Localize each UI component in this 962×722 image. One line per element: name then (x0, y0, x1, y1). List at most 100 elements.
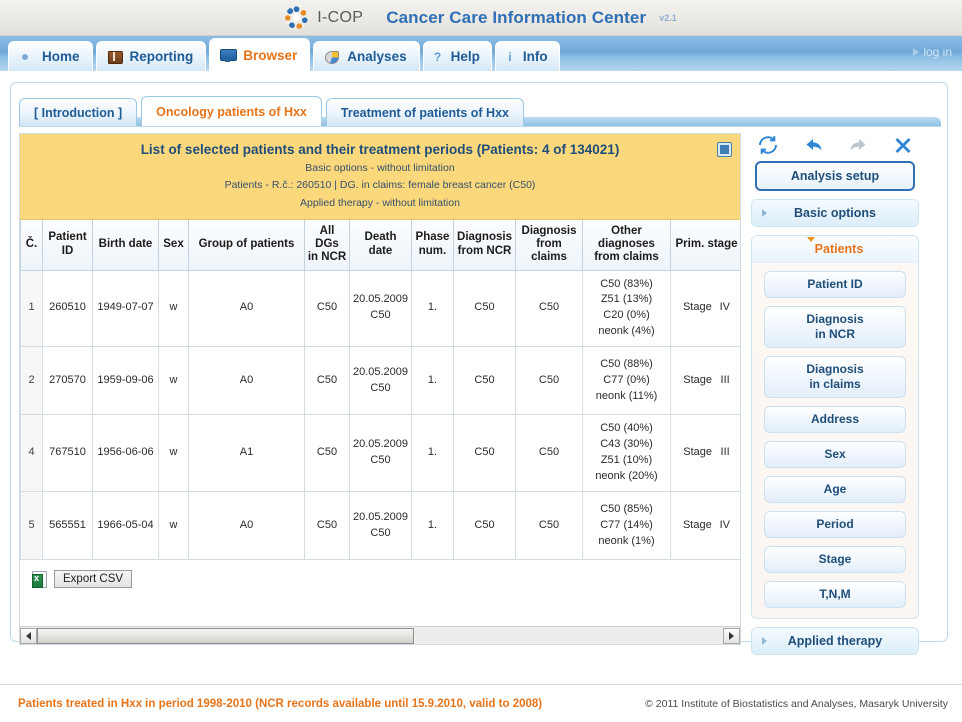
sub-tab-oncology-patients-label: Oncology patients of Hxx (156, 104, 307, 119)
login-arrow-icon (913, 48, 920, 56)
scrollbar-thumb[interactable] (37, 627, 415, 644)
cell-rownum: 5 (20, 491, 43, 561)
export-csv-button[interactable]: Export CSV (54, 570, 133, 589)
nav-tab-home[interactable]: Home (8, 41, 93, 71)
column-header-patient-id[interactable]: Patient ID (42, 219, 93, 271)
nav-tab-help[interactable]: ? Help (422, 41, 492, 71)
nav-tab-browser-label: Browser (243, 47, 298, 63)
cell-patient-id: 565551 (42, 491, 93, 561)
cell-rownum: 4 (20, 414, 43, 493)
cell-dg-claims: C50 (515, 269, 583, 348)
sub-tab-bar: [ Introduction ] Oncology patients of Hx… (19, 95, 941, 127)
table-row[interactable]: 5 565551 1966-05-04 w A0 C50 20.05.2009 … (20, 491, 740, 561)
sidebar-section-applied-therapy[interactable]: Applied therapy (751, 627, 919, 655)
column-header-sex[interactable]: Sex (158, 219, 189, 271)
column-header-rownum[interactable]: Č. (20, 219, 43, 271)
cell-sex: w (158, 491, 189, 561)
sidebar-button-sex[interactable]: Sex (764, 441, 906, 468)
page-body: [ Introduction ] Oncology patients of Hx… (0, 72, 962, 684)
sub-tab-treatment-of-patients[interactable]: Treatment of patients of Hxx (325, 98, 524, 126)
stage-value: IV (719, 301, 731, 314)
sidebar-section-patients-label: Patients (814, 242, 864, 256)
scroll-right-arrow[interactable] (723, 627, 740, 644)
sub-tab-oncology-patients[interactable]: Oncology patients of Hxx (141, 96, 322, 126)
cell-death-date: 20.05.2009 C50 (349, 414, 412, 493)
cell-birth-date: 1956-06-06 (92, 414, 159, 493)
cell-other-dgs: C50 (83%) Z51 (13%) C20 (0%) neonk (4%) (582, 269, 671, 348)
results-banner-line-1: Basic options - without limitation (305, 162, 455, 175)
column-header-other-diagnoses-from-claims[interactable]: Other diagnoses from claims (582, 219, 671, 271)
cell-prim-stage: Stage IV (670, 269, 740, 348)
logo-wordmark: I-COP (317, 8, 364, 26)
cell-all-dgs-ncr: C50 (304, 491, 350, 561)
stage-value: IV (719, 518, 731, 531)
cell-birth-date: 1959-09-06 (92, 346, 159, 416)
cell-dg-ncr: C50 (453, 414, 516, 493)
scroll-left-arrow[interactable] (20, 627, 37, 644)
nav-tab-reporting[interactable]: Reporting (95, 41, 207, 71)
undo-icon[interactable] (804, 135, 824, 155)
sidebar-section-basic-options[interactable]: Basic options (751, 199, 919, 227)
sidebar-button-tnm[interactable]: T,N,M (764, 581, 906, 608)
scrollbar-track[interactable] (37, 627, 723, 644)
column-header-phase-num[interactable]: Phase num. (411, 219, 454, 271)
horizontal-scrollbar[interactable] (20, 626, 740, 644)
excel-icon[interactable] (32, 570, 47, 588)
expand-fullscreen-icon[interactable] (717, 142, 732, 157)
cell-all-dgs-ncr: C50 (304, 414, 350, 493)
sidebar-section-patients-header[interactable]: Patients (752, 236, 918, 263)
column-header-group-of-patients[interactable]: Group of patients (188, 219, 305, 271)
table-row[interactable]: 2 270570 1959-09-06 w A0 C50 20.05.2009 … (20, 346, 740, 416)
table-row[interactable]: 1 260510 1949-07-07 w A0 C50 20.05.2009 … (20, 269, 740, 348)
sidebar-section-patients: Patients Patient ID Diagnosis in NCR Dia… (751, 235, 919, 619)
stage-label: Stage (683, 446, 713, 459)
cell-prim-stage: Stage III (670, 414, 740, 493)
column-header-prim-stage[interactable]: Prim. stage (670, 219, 740, 271)
cell-phase-num: 1. (411, 414, 454, 493)
sidebar-button-stage[interactable]: Stage (764, 546, 906, 573)
close-icon[interactable] (893, 135, 913, 155)
stage-value: III (720, 446, 730, 459)
sidebar-button-period[interactable]: Period (764, 511, 906, 538)
results-area: List of selected patients and their trea… (19, 133, 741, 645)
content-row: List of selected patients and their trea… (11, 127, 947, 655)
sidebar-button-diagnosis-in-ncr[interactable]: Diagnosis in NCR (764, 306, 906, 348)
column-header-birth-date[interactable]: Birth date (92, 219, 159, 271)
column-header-diagnosis-from-claims[interactable]: Diagnosis from claims (515, 219, 583, 271)
stage-label: Stage (683, 373, 713, 386)
page-footer: Patients treated in Hxx in period 1998-2… (0, 684, 962, 722)
patients-table: Č. Patient ID Birth date Sex Group of pa… (20, 219, 740, 561)
results-banner-title: List of selected patients and their trea… (140, 142, 620, 157)
login-link[interactable]: log in (913, 45, 952, 59)
sub-tab-introduction-label: [ Introduction ] (34, 105, 123, 120)
sidebar-button-age[interactable]: Age (764, 476, 906, 503)
column-header-death-date[interactable]: Death date (349, 219, 412, 271)
cell-dg-claims: C50 (515, 346, 583, 416)
info-icon: i (508, 49, 512, 64)
cell-prim-stage: Stage III (670, 346, 740, 416)
nav-tab-info[interactable]: i Info (494, 41, 560, 71)
column-header-all-dgs-in-ncr[interactable]: All DGs in NCR (304, 219, 350, 271)
cell-other-dgs: C50 (85%) C77 (14%) neonk (1%) (582, 491, 671, 561)
table-body: 1 260510 1949-07-07 w A0 C50 20.05.2009 … (20, 269, 740, 561)
nav-tab-browser[interactable]: Browser (209, 38, 311, 71)
sidebar-button-patient-id[interactable]: Patient ID (764, 271, 906, 298)
sub-tab-treatment-of-patients-label: Treatment of patients of Hxx (340, 105, 509, 120)
sidebar-button-address[interactable]: Address (764, 406, 906, 433)
column-header-diagnosis-from-ncr[interactable]: Diagnosis from NCR (453, 219, 516, 271)
nav-tab-analyses[interactable]: Analyses (313, 41, 420, 71)
analysis-sidebar: Analysis setup Basic options Patients Pa… (747, 133, 923, 655)
sidebar-button-diagnosis-in-claims[interactable]: Diagnosis in claims (764, 356, 906, 398)
nav-tab-reporting-label: Reporting (129, 49, 194, 64)
export-row: Export CSV (20, 560, 740, 589)
brand-bar: I-COP Cancer Care Information Center v2.… (0, 0, 962, 36)
cell-death-date: 20.05.2009 C50 (349, 491, 412, 561)
table-row[interactable]: 4 767510 1956-06-06 w A1 C50 20.05.2009 … (20, 414, 740, 493)
cell-patient-id: 767510 (42, 414, 93, 493)
cell-dg-ncr: C50 (453, 346, 516, 416)
refresh-icon[interactable] (757, 135, 779, 155)
cell-dg-claims: C50 (515, 414, 583, 493)
cell-group: A0 (188, 346, 305, 416)
analysis-setup-button[interactable]: Analysis setup (755, 161, 915, 191)
sub-tab-introduction[interactable]: [ Introduction ] (19, 98, 138, 126)
